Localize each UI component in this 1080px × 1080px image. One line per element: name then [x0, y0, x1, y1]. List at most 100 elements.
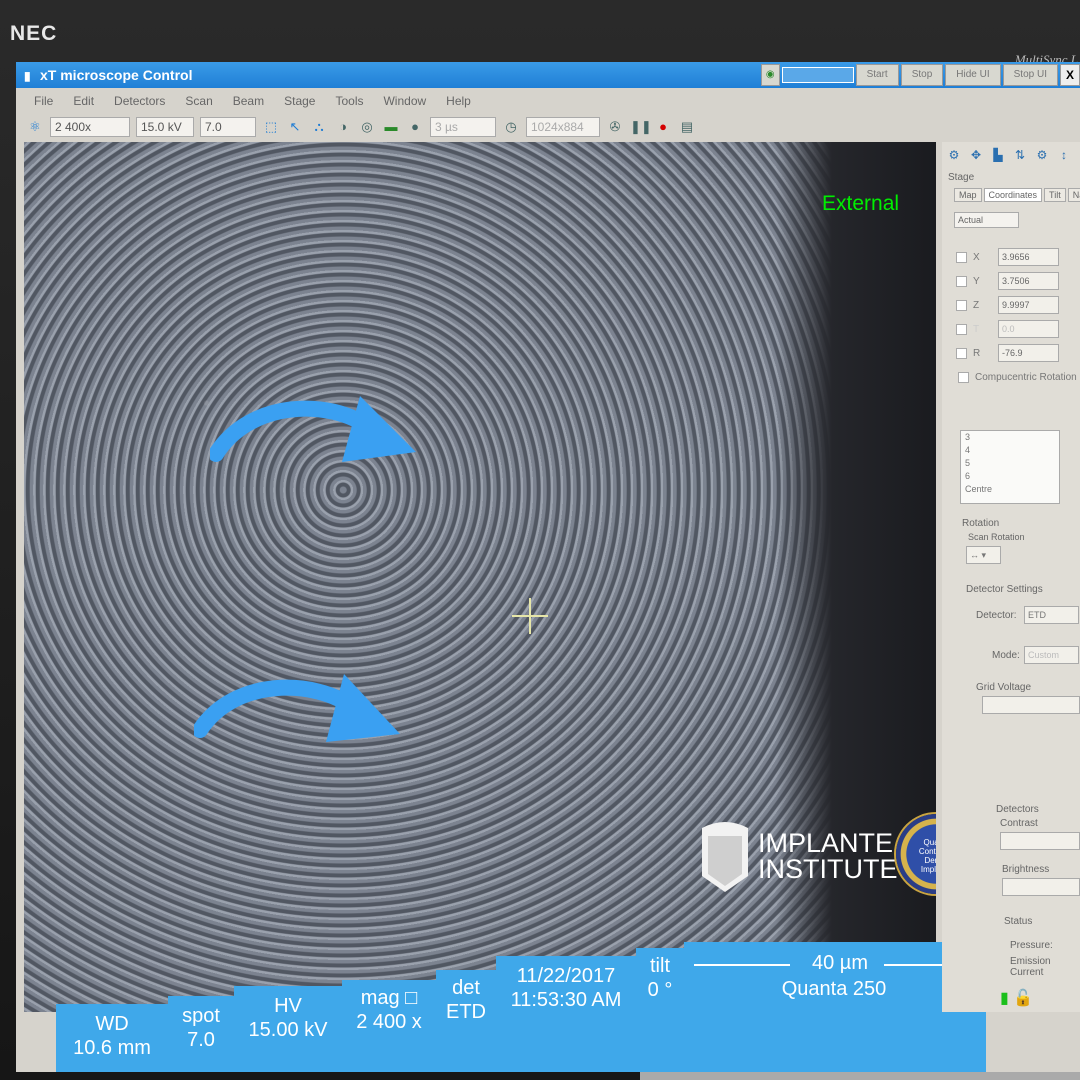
- tilt-cell: tilt 0 °: [636, 948, 685, 1072]
- mag-label: mag □: [360, 987, 418, 1009]
- hide-ui-button[interactable]: Hide UI: [945, 64, 1001, 86]
- atom-icon[interactable]: ⚛: [26, 118, 44, 136]
- datetime-cell: 11/22/2017 11:53:30 AM: [496, 956, 637, 1072]
- det-label: det: [452, 977, 480, 999]
- axis-label-x: X: [973, 252, 980, 264]
- coord-row-x: X: [956, 252, 980, 263]
- list-item[interactable]: 6: [965, 470, 1059, 483]
- time-value: 11:53:30 AM: [510, 989, 622, 1011]
- contrast-icon[interactable]: ◑: [334, 118, 352, 136]
- timer-icon[interactable]: ◷: [502, 118, 520, 136]
- list-item[interactable]: 4: [965, 444, 1059, 457]
- brand-name: IMPLANTE INSTITUTE: [758, 830, 898, 884]
- coordinate-mode-select[interactable]: Actual: [954, 212, 1019, 228]
- tab-coordinates[interactable]: Coordinates: [983, 188, 1043, 202]
- compucentric-checkbox[interactable]: [958, 372, 969, 383]
- stop-button[interactable]: Stop: [900, 64, 944, 86]
- pointer-tool-icon[interactable]: ↖: [286, 118, 304, 136]
- stage-tool-icon[interactable]: ⚙: [946, 147, 962, 163]
- scan-rotation-select[interactable]: ↔ ▾: [966, 546, 1001, 564]
- resolution-field[interactable]: 1024x884: [526, 117, 600, 137]
- tab-map[interactable]: Map: [954, 188, 982, 202]
- grid-voltage-slider[interactable]: [982, 696, 1080, 714]
- list-item[interactable]: 5: [965, 457, 1059, 470]
- spot-value: 7.0: [187, 1029, 215, 1051]
- menu-file[interactable]: File: [34, 90, 53, 112]
- move-icon[interactable]: ✥: [968, 147, 984, 163]
- scan-speed-field[interactable]: 3 µs: [430, 117, 496, 137]
- hv-value: 15.00 kV: [248, 1019, 328, 1041]
- window-title-text: xT microscope Control: [40, 67, 193, 83]
- scan-rotation-label: Scan Rotation: [968, 532, 1025, 542]
- stage-tabs: Map Coordinates Tilt Na: [954, 188, 1080, 202]
- coord-z-field[interactable]: 9.9997: [998, 296, 1059, 314]
- menu-edit[interactable]: Edit: [73, 90, 94, 112]
- sphere-icon[interactable]: ●: [406, 118, 424, 136]
- coord-x-field[interactable]: 3.9656: [998, 248, 1059, 266]
- menu-stage[interactable]: Stage: [284, 90, 315, 112]
- axis-label-r: R: [973, 348, 981, 360]
- det-cell: det ETD: [436, 970, 497, 1072]
- tab-navigation[interactable]: Na: [1067, 188, 1080, 202]
- axis-label-z: Z: [973, 300, 980, 312]
- menu-tools[interactable]: Tools: [335, 90, 363, 112]
- spot-label: spot: [182, 1005, 220, 1027]
- snapshot-icon[interactable]: ✇: [606, 118, 624, 136]
- checkbox-z[interactable]: [956, 300, 967, 311]
- side-toolbar: ⚙ ✥ ▙ ⇅ ⚙ ↕: [942, 142, 1080, 168]
- coord-row-t: T: [956, 324, 979, 335]
- sem-image-viewport[interactable]: External IMPLANTE INSTITUTE Qu Cont De I…: [24, 142, 936, 1012]
- pause-icon[interactable]: ❚❚: [630, 118, 652, 136]
- coord-r-field[interactable]: -76.9: [998, 344, 1059, 362]
- tab-tilt[interactable]: Tilt: [1044, 188, 1066, 202]
- spot-cell: spot 7.0: [168, 996, 235, 1072]
- shield-icon: [702, 822, 748, 892]
- position-list[interactable]: 3 4 5 6 Centre: [960, 430, 1060, 504]
- scale-bar-label: 40 µm: [812, 952, 868, 974]
- list-item[interactable]: 3: [965, 431, 1059, 444]
- coord-t-field[interactable]: 0.0: [998, 320, 1059, 338]
- axis-label-y: Y: [973, 276, 980, 288]
- beam-icon[interactable]: ⛬: [310, 118, 328, 136]
- detector-select[interactable]: ETD: [1024, 606, 1079, 624]
- layout-icon[interactable]: ▤: [678, 118, 696, 136]
- close-button[interactable]: X: [1060, 64, 1080, 86]
- checkbox-t[interactable]: [956, 324, 967, 335]
- select-area-icon[interactable]: ⬚: [262, 118, 280, 136]
- chart-icon[interactable]: ▙: [990, 147, 1006, 163]
- menu-detectors[interactable]: Detectors: [114, 90, 165, 112]
- image-icon[interactable]: ▬: [382, 118, 400, 136]
- checkbox-y[interactable]: [956, 276, 967, 287]
- focus-icon[interactable]: ◎: [358, 118, 376, 136]
- menu-help[interactable]: Help: [446, 90, 471, 112]
- stop-ui-button[interactable]: Stop UI: [1002, 64, 1058, 86]
- coord-y-field[interactable]: 3.7506: [998, 272, 1059, 290]
- list-item[interactable]: Centre: [965, 483, 1059, 496]
- brightness-slider[interactable]: [1002, 878, 1080, 896]
- voltage-field[interactable]: 15.0 kV: [136, 117, 194, 137]
- adjust-icon[interactable]: ⇅: [1012, 147, 1028, 163]
- checkbox-r[interactable]: [956, 348, 967, 359]
- menu-beam[interactable]: Beam: [233, 90, 264, 112]
- brand-name-line2: INSTITUTE: [758, 854, 898, 884]
- lock-icon[interactable]: 🔓: [1013, 990, 1033, 1007]
- rotation-title: Rotation: [962, 518, 1000, 529]
- checkbox-x[interactable]: [956, 252, 967, 263]
- control-side-panel: ⚙ ✥ ▙ ⇅ ⚙ ↕ Stage Map Coordinates Tilt N…: [942, 142, 1080, 1012]
- start-button[interactable]: Start: [855, 64, 899, 86]
- stage-title: Stage: [948, 172, 975, 183]
- screen: ▮ xT microscope Control ◉ Start Stop Hide…: [16, 62, 1080, 1072]
- spot-field[interactable]: 7.0: [200, 117, 256, 137]
- more-icon[interactable]: ↕: [1056, 147, 1072, 163]
- record-icon[interactable]: ●: [654, 118, 672, 136]
- menu-scan[interactable]: Scan: [185, 90, 212, 112]
- magnification-field[interactable]: 2 400x: [50, 117, 130, 137]
- gear-icon[interactable]: ⚙: [1034, 147, 1050, 163]
- mag-cell: mag □ 2 400 x: [342, 980, 437, 1072]
- status-globe-icon: ◉: [760, 64, 780, 86]
- contrast-slider[interactable]: [1000, 832, 1080, 850]
- menu-window[interactable]: Window: [383, 90, 426, 112]
- mode-select[interactable]: Custom: [1024, 646, 1079, 664]
- crosshair-cursor: [512, 598, 548, 634]
- window-controls: ◉ Start Stop Hide UI Stop UI X: [760, 64, 1080, 86]
